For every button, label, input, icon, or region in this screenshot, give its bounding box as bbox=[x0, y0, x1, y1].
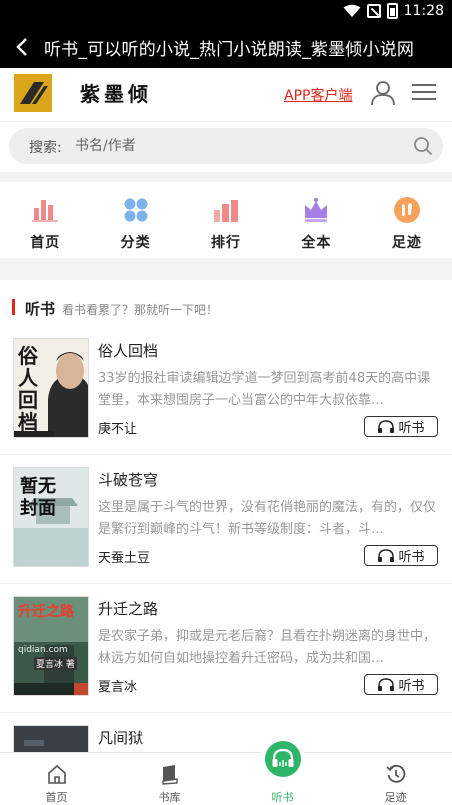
listen-button-label: 听书 bbox=[398, 421, 425, 436]
menu-icon[interactable] bbox=[412, 84, 436, 104]
book-cover[interactable]: 俗人回档 bbox=[13, 338, 89, 438]
book-author: 天蚕土豆 bbox=[98, 551, 151, 566]
book-item[interactable]: 俗人回档 俗人回档 33岁的报社审读编辑边学道一梦回到高考前48天的高中课堂里，… bbox=[0, 326, 452, 455]
book-author: 夏言冰 bbox=[98, 680, 138, 695]
title-bar: 听书_可以听的小说_热门小说朗读_紫墨倾小说网 bbox=[0, 26, 452, 68]
book-list: 俗人回档 俗人回档 33岁的报社审读编辑边学道一梦回到高考前48天的高中课堂里，… bbox=[0, 326, 452, 805]
divider bbox=[0, 258, 452, 280]
tab-library[interactable]: 书库 bbox=[113, 753, 226, 805]
section-title: 听书 bbox=[25, 300, 56, 318]
footprint-icon bbox=[393, 197, 420, 223]
listen-button[interactable]: 听书 bbox=[364, 545, 438, 566]
status-bar: 11:28 bbox=[0, 0, 452, 26]
tab-label: 书库 bbox=[158, 791, 181, 804]
headphones-icon bbox=[378, 548, 395, 562]
tab-label: 听书 bbox=[271, 791, 294, 804]
ranking-icon bbox=[214, 200, 239, 222]
cover-title: 俗人回档 bbox=[18, 344, 38, 434]
book-title[interactable]: 升迁之路 bbox=[98, 598, 158, 619]
logo-icon[interactable] bbox=[14, 74, 52, 112]
book-description: 是农家子弟，抑或是元老后裔？且看在扑朔迷离的身世中，林远方如何自如地操控着升迁密… bbox=[98, 629, 437, 666]
logo-text[interactable]: 紫墨倾 bbox=[80, 78, 152, 107]
home-icon bbox=[47, 764, 66, 784]
book-cover[interactable]: 升迁之路 qidian.com 夏言冰 著 bbox=[13, 596, 89, 696]
cover-title: 暂无封面 bbox=[20, 476, 56, 519]
search-icon[interactable] bbox=[413, 136, 433, 156]
tab-audiobook[interactable]: 听书 bbox=[226, 737, 339, 805]
cover-author: 夏言冰 著 bbox=[34, 657, 77, 670]
nav-item-footprint[interactable]: 足迹 bbox=[362, 182, 452, 258]
book-cover[interactable]: 暂无封面 bbox=[13, 467, 89, 567]
app-client-link[interactable]: APP客户端 bbox=[284, 85, 352, 105]
search-input[interactable] bbox=[75, 134, 375, 158]
grid-dots-icon bbox=[124, 198, 148, 222]
search-label: 搜索: bbox=[29, 140, 62, 156]
cover-site: qidian.com bbox=[18, 645, 68, 655]
nav-label: 足迹 bbox=[391, 235, 422, 251]
nav-label: 排行 bbox=[211, 235, 242, 251]
tab-home[interactable]: 首页 bbox=[0, 753, 113, 805]
nav-label: 首页 bbox=[30, 235, 61, 251]
back-button[interactable] bbox=[0, 26, 44, 68]
status-time: 11:28 bbox=[403, 3, 444, 19]
status-icons: 11:28 bbox=[343, 3, 444, 19]
audiobook-tab-badge bbox=[260, 737, 305, 781]
tab-label: 足迹 bbox=[384, 791, 407, 804]
book-title[interactable]: 斗破苍穹 bbox=[98, 469, 158, 490]
book-author: 庚不让 bbox=[98, 422, 138, 437]
headphones-icon bbox=[378, 677, 395, 691]
search-box[interactable]: 搜索: bbox=[9, 128, 443, 164]
bottom-tab-bar: 首页 书库 听书 足迹 bbox=[0, 737, 452, 805]
headphones-icon bbox=[378, 419, 395, 433]
nav-item-category[interactable]: 分类 bbox=[90, 182, 180, 258]
book-description: 这里是属于斗气的世界，没有花俏艳丽的魔法，有的，仅仅是繁衍到巅峰的斗气！新书等级… bbox=[98, 500, 437, 537]
listen-button[interactable]: 听书 bbox=[364, 674, 438, 695]
nav-label: 分类 bbox=[120, 235, 151, 251]
headphones-icon bbox=[272, 748, 293, 767]
book-icon bbox=[161, 765, 178, 785]
section-header: 听书 看书看累了？那就听一下吧！ bbox=[0, 296, 452, 320]
cover-title: 升迁之路 bbox=[18, 604, 74, 620]
nav-item-home[interactable]: 首页 bbox=[0, 182, 90, 258]
nav-item-complete[interactable]: 全本 bbox=[271, 182, 361, 258]
user-icon[interactable] bbox=[370, 80, 396, 106]
listen-button-label: 听书 bbox=[398, 679, 425, 694]
nav-row: 首页 分类 排行 全本 足迹 bbox=[0, 182, 452, 258]
back-arrow-icon bbox=[16, 38, 27, 56]
nav-label: 全本 bbox=[301, 235, 332, 251]
sim-icon bbox=[366, 4, 381, 18]
tab-label: 首页 bbox=[45, 791, 68, 804]
crown-icon bbox=[305, 198, 328, 222]
section-marker bbox=[12, 299, 15, 315]
tab-history[interactable]: 足迹 bbox=[339, 753, 452, 805]
site-header: 紫墨倾 APP客户端 bbox=[0, 68, 452, 122]
listen-button[interactable]: 听书 bbox=[364, 416, 438, 437]
listen-button-label: 听书 bbox=[398, 550, 425, 565]
book-title[interactable]: 俗人回档 bbox=[98, 340, 158, 361]
bar-chart-icon bbox=[32, 200, 59, 222]
section-subtitle: 看书看累了？那就听一下吧！ bbox=[62, 303, 219, 317]
page-title: 听书_可以听的小说_热门小说朗读_紫墨倾小说网 bbox=[44, 39, 415, 60]
wifi-icon bbox=[343, 4, 361, 17]
book-item[interactable]: 升迁之路 qidian.com 夏言冰 著 升迁之路 是农家子弟，抑或是元老后裔… bbox=[0, 584, 452, 713]
book-title[interactable]: 凡间狱 bbox=[98, 727, 143, 748]
search-area: 搜索: bbox=[0, 122, 452, 172]
nav-item-ranking[interactable]: 排行 bbox=[181, 182, 271, 258]
history-icon bbox=[385, 764, 405, 783]
book-description: 33岁的报社审读编辑边学道一梦回到高考前48天的高中课堂里，本来想囤房子一心当富… bbox=[98, 371, 431, 408]
battery-icon bbox=[386, 3, 398, 19]
book-item[interactable]: 暂无封面 斗破苍穹 这里是属于斗气的世界，没有花俏艳丽的魔法，有的，仅仅是繁衍到… bbox=[0, 455, 452, 584]
divider bbox=[0, 172, 452, 182]
